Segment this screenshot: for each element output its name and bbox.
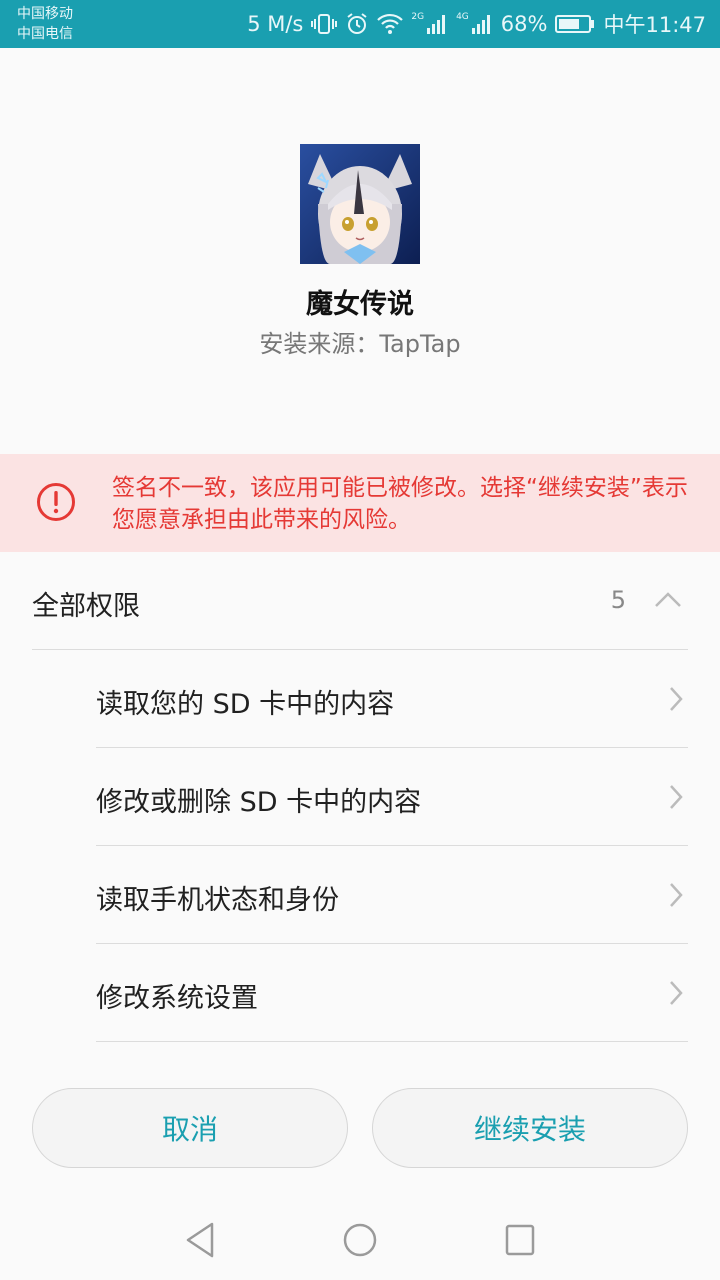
chevron-right-icon [670, 785, 683, 809]
permission-label: 修改系统设置 [96, 983, 258, 1014]
chevron-right-icon [670, 981, 683, 1005]
permission-label: 修改或删除 SD 卡中的内容 [96, 787, 422, 818]
permissions-title: 全部权限 [32, 591, 140, 622]
sim1-network-tag: 2G [411, 12, 425, 22]
status-icons: 5 M/s 2G 4G 68% 中午11:47 [247, 0, 706, 48]
cancel-button[interactable]: 取消 [32, 1088, 348, 1168]
alert-circle-icon [37, 483, 75, 521]
carrier-1: 中国移动 [17, 6, 73, 22]
clock: 中午11:47 [603, 13, 706, 37]
signal-icon-2 [471, 15, 490, 34]
permission-label: 读取您的 SD 卡中的内容 [96, 689, 395, 720]
app-name: 魔女传说 [306, 289, 414, 320]
permission-label: 读取手机状态和身份 [96, 885, 339, 916]
permission-item[interactable]: 修改系统设置 [96, 944, 688, 1042]
app-icon [300, 144, 420, 264]
sim2-network-tag: 4G [456, 12, 469, 22]
wifi-icon [377, 13, 404, 34]
navigation-bar [0, 1200, 720, 1280]
chevron-right-icon [670, 883, 683, 907]
permission-item[interactable]: 修改或删除 SD 卡中的内容 [96, 748, 688, 846]
battery-icon [555, 15, 595, 33]
carrier-2: 中国电信 [17, 26, 73, 42]
chevron-up-icon [655, 592, 681, 607]
back-triangle-icon[interactable] [184, 1220, 216, 1260]
recents-square-icon[interactable] [504, 1220, 536, 1260]
install-source: 安装来源：TapTap [259, 330, 461, 358]
permission-item[interactable]: 读取手机状态和身份 [96, 846, 688, 944]
alarm-icon [347, 13, 367, 34]
status-bar: 中国移动 中国电信 5 M/s 2G 4G 68% 中午11:47 [0, 0, 720, 48]
warning-text: 签名不一致，该应用可能已被修改。选择“继续安装”表示您愿意承担由此带来的风险。 [112, 475, 688, 533]
net-speed: 5 M/s [247, 12, 304, 36]
permission-item[interactable]: 读取您的 SD 卡中的内容 [96, 650, 688, 748]
home-circle-icon[interactable] [342, 1220, 378, 1260]
vibrate-icon [311, 14, 338, 34]
permissions-header[interactable]: 全部权限 5 [32, 570, 688, 650]
signal-icon [427, 15, 446, 34]
carrier-labels: 中国移动 中国电信 [17, 4, 73, 44]
permissions-count: 5 [610, 586, 626, 614]
chevron-right-icon [670, 687, 683, 711]
continue-install-button[interactable]: 继续安装 [372, 1088, 688, 1168]
battery-percent: 68% [500, 12, 548, 36]
